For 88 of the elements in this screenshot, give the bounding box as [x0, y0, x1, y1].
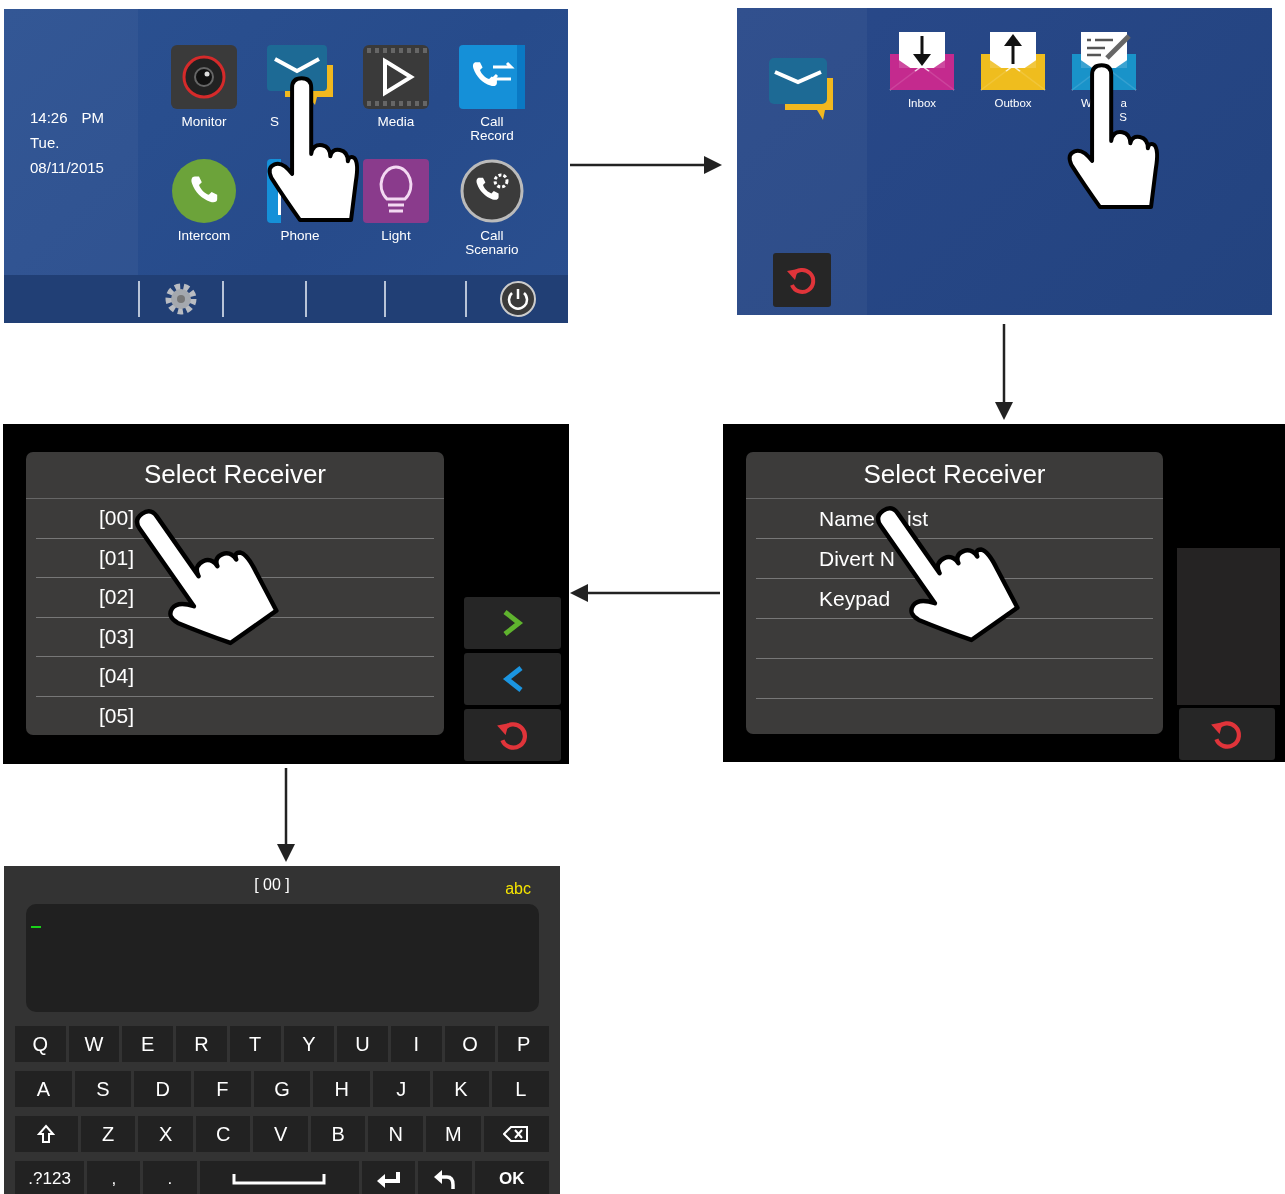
keyboard-key[interactable]: S [74, 1071, 132, 1107]
pointing-hand-icon [267, 76, 360, 223]
keyboard-key[interactable]: G [253, 1071, 311, 1107]
message-icon [769, 58, 835, 120]
keyboard-key[interactable]: M [426, 1116, 481, 1152]
app-label: Call Scenario [464, 229, 520, 256]
receiver-entry[interactable]: [01] [99, 545, 135, 570]
keyboard-key[interactable]: . [143, 1161, 197, 1194]
receiver-entry[interactable]: [04] [99, 664, 135, 689]
pointing-hand-icon [1067, 63, 1160, 210]
app-label: Call Record [469, 115, 515, 142]
phone-gear-icon[interactable] [459, 159, 525, 223]
receiver-entry[interactable]: [05] [99, 703, 135, 728]
keyboard-key[interactable]: C [195, 1116, 251, 1152]
enter-icon [375, 1170, 402, 1188]
app-label: Monitor [181, 115, 227, 129]
app-label: Phone [280, 229, 320, 243]
enter-key[interactable] [362, 1161, 416, 1194]
settings-icon[interactable] [164, 282, 198, 316]
app-label: S [1119, 111, 1127, 123]
keyboard-key[interactable]: O [444, 1026, 496, 1062]
previous-button[interactable] [464, 653, 561, 705]
app-label: Inbox [907, 98, 937, 110]
space-bar-icon [232, 1173, 327, 1185]
keyboard-key[interactable]: , [87, 1161, 141, 1194]
keyboard-key[interactable]: V [253, 1116, 308, 1152]
call-record-icon[interactable] [459, 45, 525, 109]
next-button[interactable] [464, 597, 561, 649]
back-button[interactable] [464, 709, 561, 761]
app-label: Outbox [994, 98, 1032, 110]
keyboard-key[interactable]: I [390, 1026, 442, 1062]
app-label: S [270, 115, 279, 129]
back-button[interactable] [1179, 708, 1275, 760]
menu-option[interactable]: Keypad [819, 586, 891, 611]
keyboard-key[interactable]: T [229, 1026, 281, 1062]
app-label: Media [377, 115, 415, 129]
video-play-icon[interactable] [363, 45, 429, 109]
light-bulb-icon[interactable] [363, 159, 429, 223]
app-label: Intercom [177, 229, 231, 243]
keyboard-key[interactable]: Q [15, 1026, 66, 1062]
keyboard-key[interactable]: A [15, 1071, 72, 1107]
receiver-entry[interactable]: [00] [99, 506, 135, 531]
camera-icon[interactable] [171, 45, 237, 109]
space-key[interactable] [199, 1161, 360, 1194]
backspace-icon [503, 1125, 530, 1143]
menu-option[interactable]: Name [819, 506, 876, 531]
app-label: Light [381, 229, 411, 243]
keyboard-key[interactable]: Z [80, 1116, 136, 1152]
keyboard-key[interactable]: Y [283, 1026, 335, 1062]
keyboard-key[interactable]: W [68, 1026, 120, 1062]
text-input-field[interactable] [26, 904, 539, 1012]
keyboard-key[interactable]: N [368, 1116, 423, 1152]
undo-arrow-icon [432, 1167, 457, 1191]
pointing-hand-icon [134, 509, 279, 646]
menu-option[interactable]: Divert N [819, 546, 895, 571]
keyboard-key[interactable]: U [337, 1026, 388, 1062]
input-mode-toggle[interactable]: abc [505, 880, 531, 898]
keyboard-key[interactable]: K [432, 1071, 490, 1107]
keyboard-key[interactable]: R [176, 1026, 227, 1062]
clock-time: 14:26 [30, 109, 68, 126]
input-title: [ 00 ] [254, 876, 290, 895]
receiver-entry[interactable]: [03] [99, 624, 135, 649]
undo-key[interactable] [418, 1161, 472, 1194]
keyboard-key[interactable]: B [310, 1116, 366, 1152]
power-icon[interactable] [498, 280, 537, 318]
keyboard-key[interactable]: P [498, 1026, 550, 1062]
back-button[interactable] [773, 253, 831, 307]
dialog-title: Select Receiver [746, 452, 1163, 499]
date-text: 08/11/2015 [30, 159, 105, 176]
ok-key[interactable]: OK [474, 1161, 550, 1194]
receiver-entry[interactable]: [02] [99, 585, 135, 610]
keyboard-key[interactable]: H [313, 1071, 371, 1107]
keyboard-key[interactable]: E [122, 1026, 174, 1062]
backspace-key[interactable] [483, 1116, 549, 1152]
weekday-text: Tue. [30, 134, 61, 151]
dialog-title: Select Receiver [26, 452, 444, 499]
keyboard-key[interactable]: J [373, 1071, 430, 1107]
app-label: a [1120, 98, 1127, 110]
shift-icon [37, 1124, 56, 1144]
keyboard-key[interactable]: D [134, 1071, 191, 1107]
clock-meridiem: PM [81, 109, 105, 126]
keyboard-key[interactable]: .?123 [15, 1161, 85, 1194]
keyboard-key[interactable]: X [138, 1116, 193, 1152]
phone-icon[interactable] [171, 159, 237, 223]
shift-key[interactable] [15, 1116, 78, 1152]
menu-option[interactable]: ist [907, 506, 929, 531]
keyboard-key[interactable]: L [492, 1071, 550, 1107]
keyboard-key[interactable]: F [194, 1071, 251, 1107]
